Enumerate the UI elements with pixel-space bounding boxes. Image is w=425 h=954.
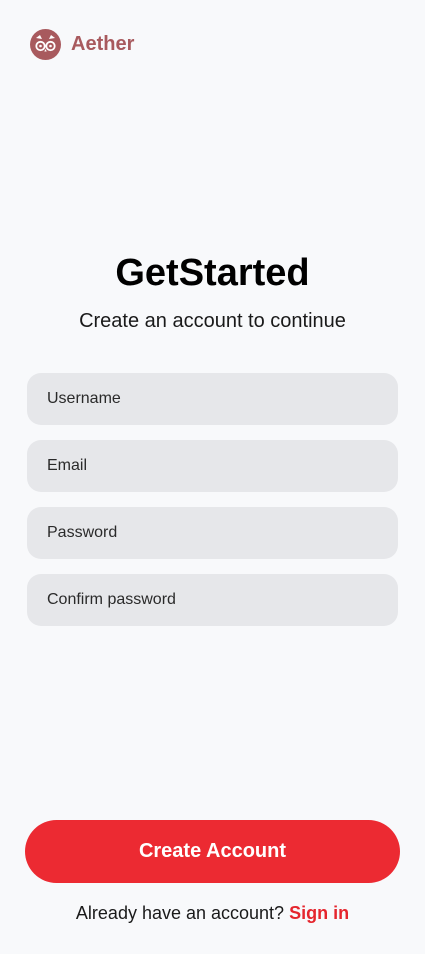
owl-icon — [30, 29, 61, 60]
page-title: GetStarted — [115, 252, 310, 294]
password-field[interactable] — [27, 507, 398, 559]
sign-in-prompt-text: Already have an account? — [75, 903, 290, 923]
confirm-password-field[interactable] — [27, 574, 398, 626]
username-field[interactable] — [27, 373, 398, 425]
create-account-button[interactable]: Create Account — [25, 820, 400, 883]
sign-in-link[interactable]: Sign in — [289, 903, 349, 923]
brand-name: Aether — [71, 33, 135, 55]
email-field[interactable] — [27, 440, 398, 492]
sign-in-prompt: Already have an account? Sign in — [0, 903, 425, 924]
page-subtitle: Create an account to continue — [79, 310, 346, 332]
brand: Aether — [30, 29, 134, 60]
